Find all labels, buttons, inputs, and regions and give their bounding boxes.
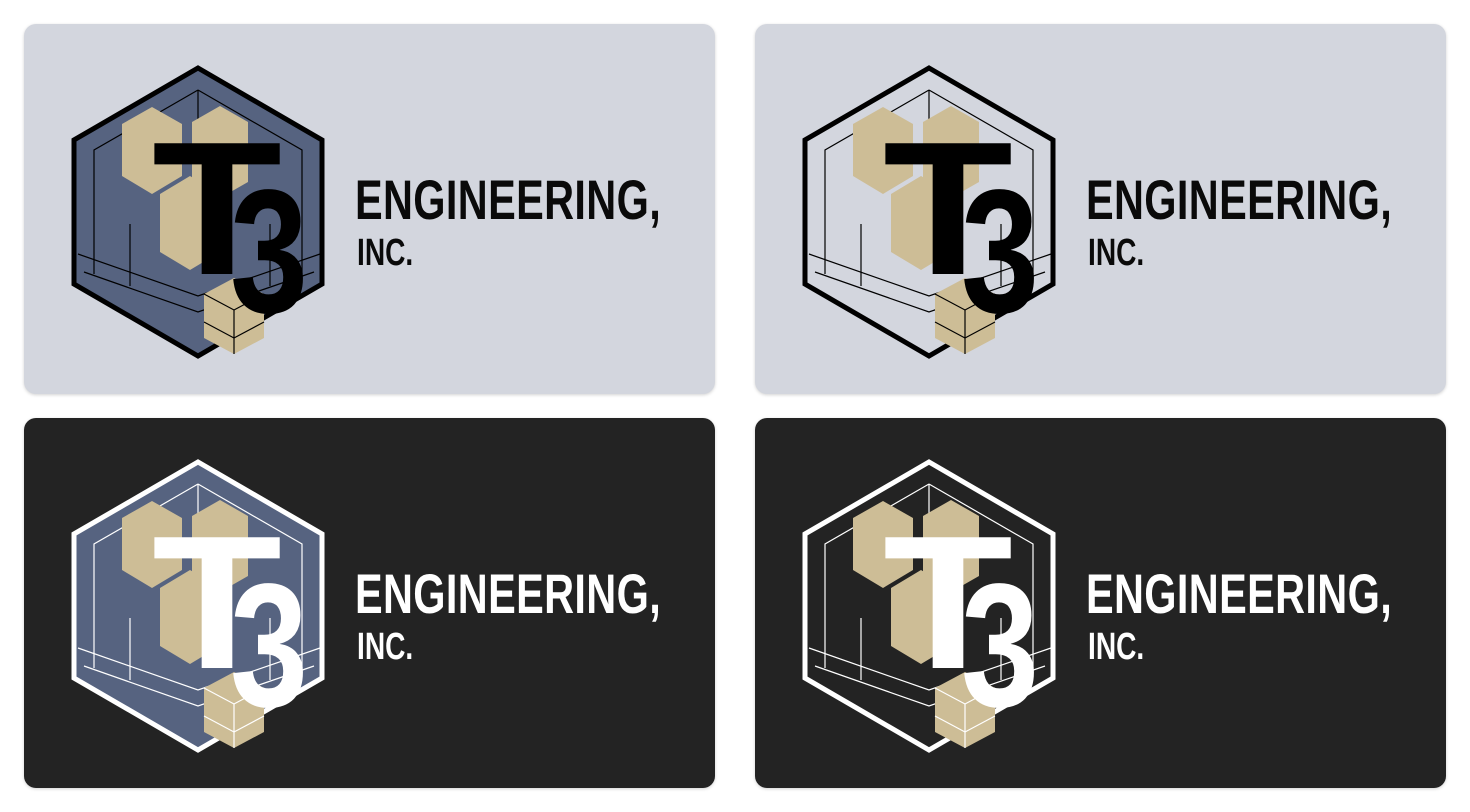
company-wordmark: ENGINEERING, INC. [1086,562,1446,668]
logo-variant-dark-outline: T 3 ENGINEERING, INC. [755,418,1446,788]
logo-variant-light-outline: T 3 ENGINEERING, INC. [755,24,1446,394]
monogram-3: 3 [961,548,1039,744]
company-suffix: INC. [357,232,414,274]
company-name: ENGINEERING, [1086,168,1393,231]
monogram-3: 3 [230,154,308,350]
monogram-3: 3 [230,548,308,744]
logo-variant-dark-filled: T 3 ENGINEERING, INC. [24,418,715,788]
company-wordmark: ENGINEERING, INC. [355,168,715,274]
company-wordmark: ENGINEERING, INC. [1086,168,1446,274]
monogram-3: 3 [961,154,1039,350]
t3-hexagon-emblem: T 3 [802,65,1056,359]
company-name: ENGINEERING, [355,562,662,625]
company-suffix: INC. [1088,232,1145,274]
company-name: ENGINEERING, [355,168,662,231]
company-suffix: INC. [1088,626,1145,668]
company-suffix: INC. [357,626,414,668]
t3-hexagon-emblem: T 3 [71,65,325,359]
t3-hexagon-emblem: T 3 [71,459,325,753]
company-name: ENGINEERING, [1086,562,1393,625]
t3-hexagon-emblem: T 3 [802,459,1056,753]
company-wordmark: ENGINEERING, INC. [355,562,715,668]
logo-variant-light-filled: T 3 ENGINEERING, INC. [24,24,715,394]
